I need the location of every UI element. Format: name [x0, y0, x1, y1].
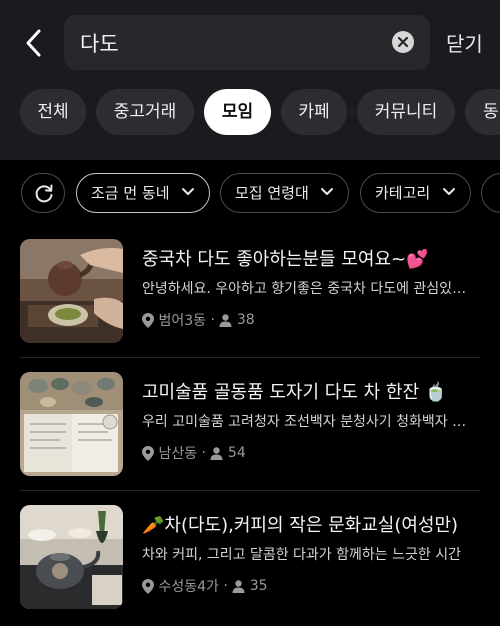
item-description: 안녕하세요. 우아하고 향기좋은 중국차 다도에 관심있으신 분들 [142, 281, 472, 297]
filter-bar: 조금 먼 동네 모집 연령대 카테고리 [0, 173, 500, 213]
chevron-left-icon [26, 29, 41, 57]
filter-more[interactable] [481, 173, 500, 213]
tab-neighborhood[interactable]: 동 [465, 89, 500, 135]
item-title: 중국차 다도 좋아하는분들 모여요~💕 [142, 249, 429, 270]
divider [20, 490, 480, 491]
chevron-down-icon [443, 188, 455, 195]
refresh-button[interactable] [21, 173, 65, 213]
filter-label: 카테고리 [375, 184, 431, 202]
chevron-down-icon [182, 188, 194, 195]
item-meta: 수성동4가 · 35 [142, 576, 268, 596]
item-member-count: 35 [249, 578, 268, 594]
item-meta: 남산동 · 54 [142, 443, 246, 463]
item-title: 🥕차(다도),커피의 작은 문화교실(여성만) [142, 515, 459, 536]
filter-age-group[interactable]: 모집 연령대 [220, 173, 349, 213]
separator-dot: · [201, 445, 206, 461]
chevron-down-icon [321, 188, 333, 195]
person-icon [232, 579, 245, 593]
item-description: 차와 커피, 그리고 달콤한 다과가 함께하는 느긋한 시간 [142, 547, 461, 563]
location-pin-icon [142, 445, 154, 461]
tea-class-photo [20, 505, 123, 609]
filter-category[interactable]: 카테고리 [360, 173, 471, 213]
item-location: 수성동4가 [158, 579, 219, 595]
item-member-count: 38 [236, 312, 255, 328]
filter-nearby-area[interactable]: 조금 먼 동네 [76, 173, 210, 213]
antique-ceramics-photo [20, 372, 123, 476]
separator-dot: · [223, 578, 228, 594]
item-title: 고미술품 골동품 도자기 다도 차 한잔 🍵 [142, 382, 448, 403]
filter-label: 모집 연령대 [235, 184, 309, 202]
back-button[interactable] [20, 26, 50, 60]
person-icon [219, 313, 232, 327]
clear-button[interactable] [392, 31, 414, 53]
item-description: 우리 고미술품 고려청자 조선백자 분청사기 청화백자 도자기 [142, 414, 472, 430]
person-icon [210, 446, 223, 460]
list-item[interactable]: 중국차 다도 좋아하는분들 모여요~💕 안녕하세요. 우아하고 향기좋은 중국차… [20, 239, 482, 343]
separator-dot: · [210, 312, 215, 328]
filter-label: 조금 먼 동네 [91, 184, 170, 202]
tab-cafe[interactable]: 카페 [281, 89, 347, 135]
tab-community[interactable]: 커뮤니티 [357, 89, 455, 135]
tab-all[interactable]: 전체 [20, 89, 86, 135]
location-pin-icon [142, 578, 154, 594]
item-meta: 범어3동 · 38 [142, 310, 255, 330]
item-location: 범어3동 [158, 313, 207, 329]
location-pin-icon [142, 312, 154, 328]
close-button[interactable]: 닫기 [446, 28, 483, 57]
divider [20, 357, 480, 358]
tea-ceremony-photo [20, 239, 123, 343]
item-member-count: 54 [227, 445, 246, 461]
search-input[interactable]: 다도 [80, 28, 119, 58]
tab-meetups[interactable]: 모임 [204, 89, 271, 135]
refresh-icon [35, 184, 53, 203]
list-item[interactable]: 고미술품 골동품 도자기 다도 차 한잔 🍵 우리 고미술품 고려청자 조선백자… [20, 372, 482, 476]
clear-icon [398, 37, 408, 47]
top-bar: 다도 닫기 전체 중고거래 모임 카페 커뮤니티 동 [0, 0, 500, 160]
tab-used-trade[interactable]: 중고거래 [96, 89, 194, 135]
search-field[interactable]: 다도 [64, 15, 430, 70]
item-location: 남산동 [158, 446, 198, 462]
category-tabs: 전체 중고거래 모임 카페 커뮤니티 동 [0, 89, 500, 135]
list-item[interactable]: 🥕차(다도),커피의 작은 문화교실(여성만) 차와 커피, 그리고 달콤한 다… [20, 505, 482, 609]
